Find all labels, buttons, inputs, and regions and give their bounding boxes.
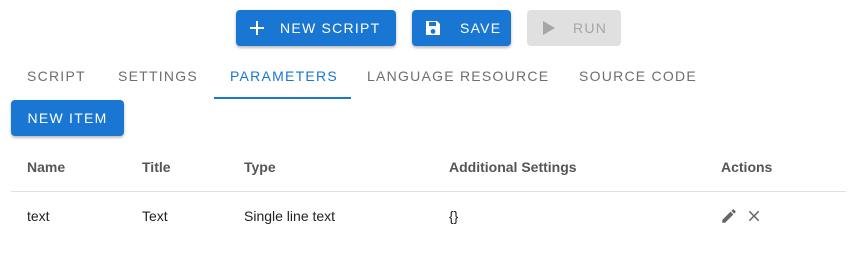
cell-additional-settings: {} <box>449 208 459 224</box>
column-header-additional-settings: Additional Settings <box>449 159 577 175</box>
active-tab-indicator <box>214 97 351 99</box>
save-button[interactable]: SAVE <box>412 10 511 46</box>
new-item-button[interactable]: NEW ITEM <box>11 100 124 136</box>
column-header-actions: Actions <box>721 159 773 175</box>
play-icon <box>539 19 557 37</box>
cell-type: Single line text <box>244 208 336 224</box>
tab-source-code[interactable]: SOURCE CODE <box>579 56 697 100</box>
tab-settings[interactable]: SETTINGS <box>118 56 198 100</box>
column-header-name: Name <box>27 159 66 175</box>
column-header-type: Type <box>244 159 276 175</box>
new-script-label: NEW SCRIPT <box>280 20 381 36</box>
save-label: SAVE <box>460 20 502 36</box>
tab-language-resource[interactable]: LANGUAGE RESOURCE <box>367 56 549 100</box>
cell-name: text <box>27 208 50 224</box>
tab-parameters[interactable]: PARAMETERS <box>230 56 338 100</box>
tab-script[interactable]: SCRIPT <box>27 56 86 100</box>
floppy-disk-icon <box>424 19 442 37</box>
edit-icon[interactable] <box>719 206 739 226</box>
header-divider <box>11 191 846 192</box>
delete-icon[interactable] <box>744 206 764 226</box>
run-label: RUN <box>573 20 608 36</box>
run-button[interactable]: RUN <box>527 10 621 46</box>
cell-title: Text <box>142 208 168 224</box>
new-script-button[interactable]: NEW SCRIPT <box>236 10 396 46</box>
column-header-title: Title <box>142 159 171 175</box>
plus-icon <box>248 19 266 37</box>
